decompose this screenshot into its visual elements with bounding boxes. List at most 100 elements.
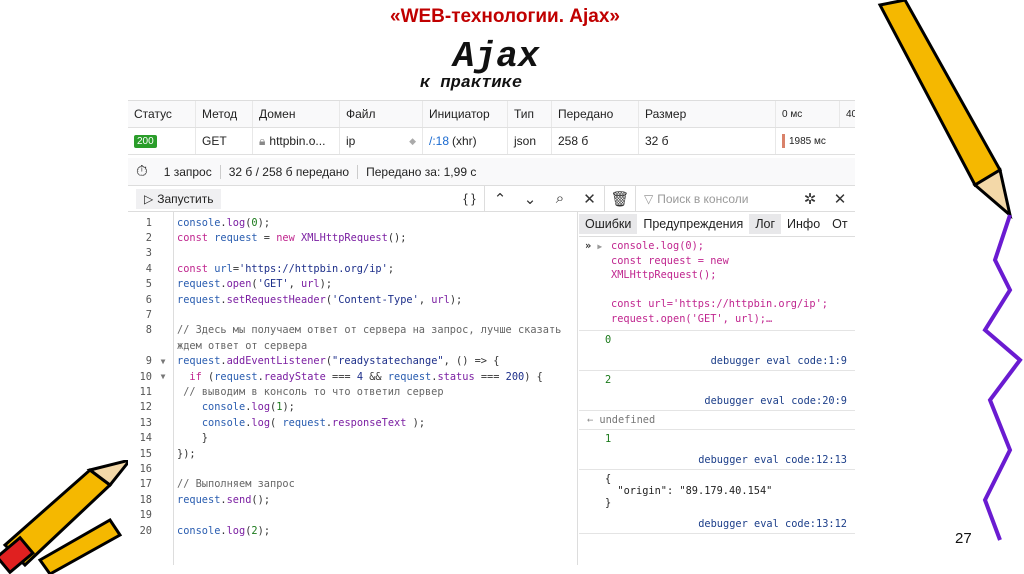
result-value: undefined [599,414,656,426]
code-token: request [177,355,221,368]
type: json [508,128,552,154]
code-line: 2 const request = new XMLHttpRequest(); [128,230,577,245]
source-location-link[interactable]: debugger eval code:1:9 [605,355,847,367]
code-token: request [214,370,258,383]
code-text: request.open('GET', url); [170,278,332,290]
code-token: open [226,278,252,291]
col-initiator[interactable]: Инициатор [423,101,508,127]
col-size[interactable]: Размер [639,101,776,127]
source-location-link[interactable]: debugger eval code:13:12 [605,518,847,530]
console-input-entry[interactable]: » ▶ console.log(0); const request = new XM… [579,237,855,331]
code-token: }); [177,447,196,460]
code-token: status [437,370,475,383]
devtools-panel: Статус Метод Домен Файл Инициатор Тип Пе… [128,100,855,565]
console-input-line: const request = new [611,254,729,267]
pretty-print-button[interactable]: { } [455,186,485,211]
log-value: 0 [605,334,612,346]
console-output: Ошибки Предупреждения Лог Инфо От » ▶ co… [579,211,855,565]
code-token: === [474,370,506,383]
console-filter-tabs: Ошибки Предупреждения Лог Инфо От [579,211,855,237]
chevron-down-icon[interactable]: ⌄ [515,186,545,211]
line-number: 14 [139,432,152,445]
search-history-icon[interactable]: ⌕ [545,186,575,211]
fold-arrow-icon[interactable]: ▼ [156,372,170,381]
code-line: 18 request.send(); [128,492,577,507]
code-line: 7 [128,307,577,322]
code-token: request [177,278,221,291]
line-number: 13 [139,416,152,429]
code-token: ); [282,401,295,414]
code-token: setRequestHeader [226,293,326,306]
filter-icon: ▽ [644,191,654,206]
code-token: 200 [505,370,525,383]
chevron-up-icon[interactable]: ⌃ [485,186,515,211]
log-value: { "origin": "89.179.40.154" } [605,473,773,509]
console-filter-input[interactable]: ▽ Поиск в консоли [635,186,795,211]
tab-warnings[interactable]: Предупреждения [637,214,749,234]
code-token: send [226,493,252,506]
code-token: ); [406,416,426,429]
col-transferred[interactable]: Передано [552,101,639,127]
line-number: 2 [145,232,152,245]
close-console-icon[interactable]: ✕ [825,186,855,211]
code-editor[interactable]: 1 console.log(0); 2 const request = new XML… [128,211,578,565]
run-label: Запустить [157,191,214,206]
line-number: 5 [145,278,152,291]
tab-errors[interactable]: Ошибки [579,213,638,234]
console-input-line: XMLHttpRequest(); [611,269,717,281]
code-token: request [214,232,258,245]
slide-title: «WEB-технологии. Ajax» [390,6,620,27]
timing-bar [782,134,785,148]
code-text: request.setRequestHeader('Content-Type',… [170,294,462,306]
tab-log[interactable]: Лог [749,213,782,234]
code-token: "readystatechange" [332,355,444,368]
code-line: 6 request.setRequestHeader('Content-Type'… [128,292,577,307]
line-number: 18 [139,493,152,506]
code-text: } [170,432,208,444]
code-line: 20 console.log(2); [128,523,577,538]
code-token: url [301,278,320,291]
gear-icon[interactable]: ✲ [795,186,825,211]
fold-arrow-icon[interactable]: ▼ [156,357,170,366]
col-method[interactable]: Метод [196,101,253,127]
page-number: 27 [955,530,972,547]
col-status[interactable]: Статус [128,101,196,127]
code-token: if [189,370,209,383]
code-line: 8 // Здесь мы получаем ответ от сервера н… [128,323,577,338]
network-request-row[interactable]: 200 GET 🔒︎ httpbin.o... ip ◆ /:18 (xhr) jso… [128,128,855,155]
line-number: 10 [139,370,152,383]
code-token: const [177,232,215,245]
code-token: readyState [263,370,326,383]
code-line: 15}); [128,446,577,461]
pencil-decoration-right-icon [877,0,1023,541]
code-token: ждем ответ от сервера [177,339,308,352]
code-token: , [288,278,302,291]
run-button[interactable]: ▷ Запустить [136,188,222,209]
col-type[interactable]: Тип [508,101,552,127]
network-header: Статус Метод Домен Файл Инициатор Тип Пе… [128,101,855,128]
code-token: console [201,401,246,414]
slide-subheading: к практике [420,74,523,93]
code-text: // Выполняем запрос [170,478,295,490]
col-file[interactable]: Файл [340,101,423,127]
lock-icon: 🔒︎ [259,133,266,148]
code-token: === [325,370,357,383]
request-count: 1 запрос [156,164,221,179]
source-location-link[interactable]: debugger eval code:12:13 [605,454,847,466]
col-domain[interactable]: Домен [253,101,340,127]
code-token: console [177,216,221,229]
tab-debug[interactable]: От [826,214,853,234]
close-editor-icon[interactable]: ✕ [575,186,605,211]
line-number: 12 [139,401,152,414]
col-timeline[interactable]: 0 мс [776,101,840,127]
slide-heading: Ajax [453,36,540,77]
code-line: 3 [128,246,577,261]
initiator-link[interactable]: /:18 [429,134,449,148]
trash-icon[interactable]: 🗑︎ [605,186,635,211]
tab-info[interactable]: Инфо [781,214,826,234]
domain: httpbin.o... [269,134,326,148]
line-number: 16 [139,462,152,475]
source-location-link[interactable]: debugger eval code:20:9 [605,395,847,407]
log-value: 2 [605,374,612,386]
